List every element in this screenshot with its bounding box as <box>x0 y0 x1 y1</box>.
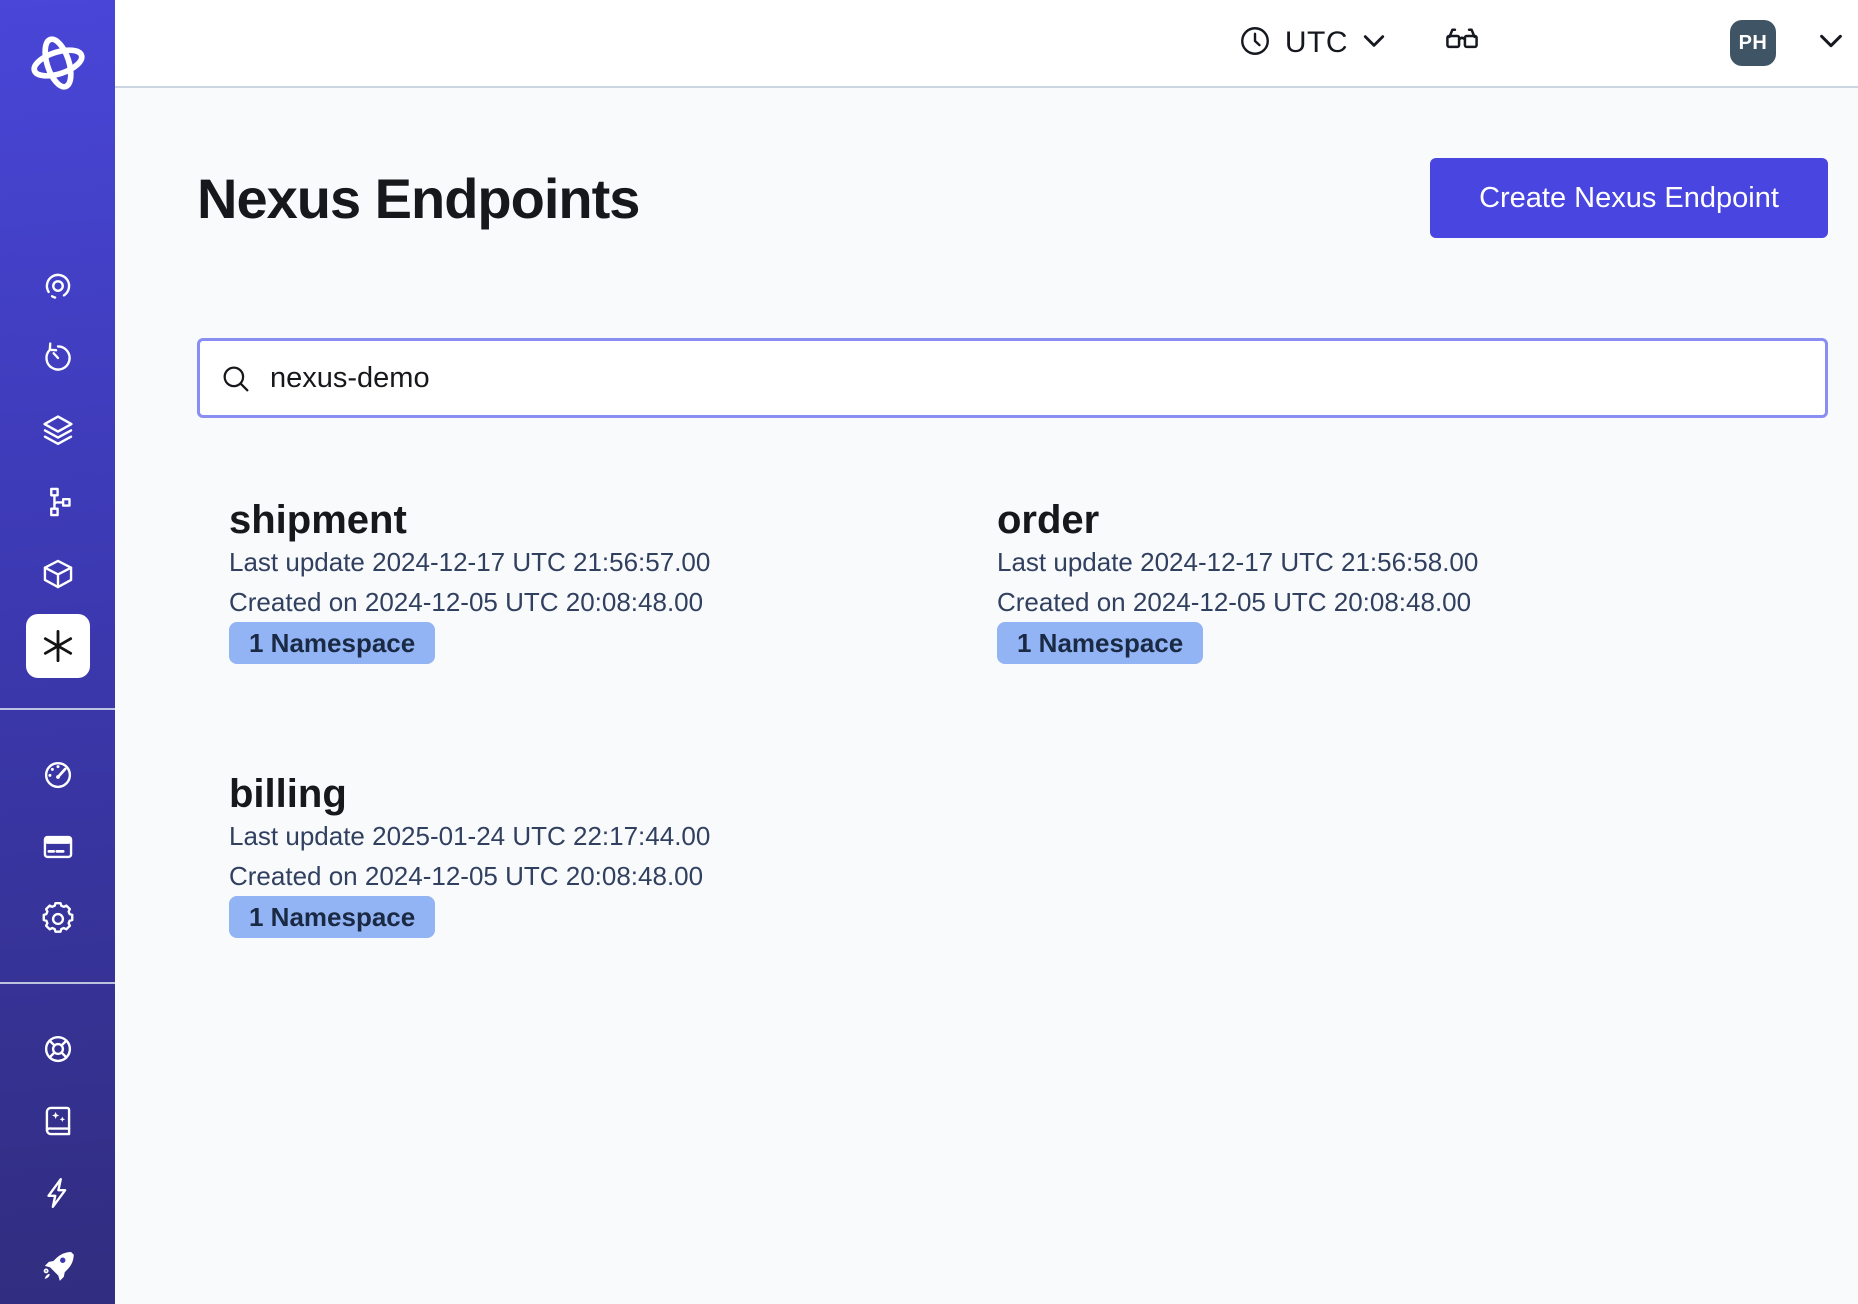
gear-icon <box>39 900 77 938</box>
chevron-down-icon <box>1360 27 1388 60</box>
sidebar-divider <box>0 708 115 710</box>
chevron-down-icon <box>1816 26 1846 61</box>
layers-icon <box>39 411 77 449</box>
sidebar <box>0 0 115 1304</box>
title-row: Nexus Endpoints Create Nexus Endpoint <box>197 158 1828 238</box>
endpoint-card-order[interactable]: order Last update 2024-12-17 UTC 21:56:5… <box>965 498 1828 664</box>
sidebar-item-getting-started[interactable] <box>0 1229 115 1301</box>
clock-icon <box>1237 23 1273 64</box>
endpoint-created-on: Created on 2024-12-05 UTC 20:08:48.00 <box>997 582 1828 622</box>
sidebar-item-docs[interactable] <box>0 1085 115 1157</box>
sidebar-item-1[interactable] <box>0 250 115 322</box>
topbar: UTC PH <box>115 0 1858 88</box>
page-title: Nexus Endpoints <box>197 166 639 231</box>
create-nexus-endpoint-button[interactable]: Create Nexus Endpoint <box>1430 158 1828 238</box>
endpoint-card-shipment[interactable]: shipment Last update 2024-12-17 UTC 21:5… <box>197 498 965 664</box>
endpoint-last-update: Last update 2024-12-17 UTC 21:56:57.00 <box>229 542 965 582</box>
search-icon <box>219 362 253 401</box>
endpoint-name: shipment <box>229 498 965 542</box>
gauge-icon <box>39 756 77 794</box>
branch-icon <box>39 483 77 521</box>
sidebar-item-support[interactable] <box>0 1013 115 1085</box>
endpoint-last-update: Last update 2025-01-24 UTC 22:17:44.00 <box>229 816 965 856</box>
sidebar-item-usage[interactable] <box>0 739 115 811</box>
book-icon <box>39 1102 77 1140</box>
lightning-icon <box>39 1174 77 1212</box>
endpoint-card-billing[interactable]: billing Last update 2025-01-24 UTC 22:17… <box>197 772 965 938</box>
asterisk-icon <box>38 626 78 666</box>
temporal-logo-icon <box>25 30 91 101</box>
namespace-badge: 1 Namespace <box>997 622 1203 664</box>
endpoint-name: billing <box>229 772 965 816</box>
sidebar-item-settings[interactable] <box>0 883 115 955</box>
swirl-icon <box>39 267 77 305</box>
timezone-label: UTC <box>1285 26 1348 60</box>
labs-toggle[interactable] <box>1442 21 1482 66</box>
namespace-badge: 1 Namespace <box>229 622 435 664</box>
search-input[interactable] <box>197 338 1828 418</box>
sidebar-item-4[interactable] <box>0 466 115 538</box>
sidebar-item-billing[interactable] <box>0 811 115 883</box>
namespace-badge: 1 Namespace <box>229 896 435 938</box>
sidebar-item-quickstart[interactable] <box>0 1157 115 1229</box>
endpoint-name: order <box>997 498 1828 542</box>
sidebar-item-nexus-active[interactable] <box>0 610 115 682</box>
sidebar-item-3[interactable] <box>0 394 115 466</box>
endpoint-last-update: Last update 2024-12-17 UTC 21:56:58.00 <box>997 542 1828 582</box>
cube-icon <box>39 555 77 593</box>
timezone-selector[interactable]: UTC <box>1237 23 1388 64</box>
rocket-icon <box>39 1246 77 1284</box>
timer-icon <box>39 339 77 377</box>
account-menu-toggle[interactable] <box>1816 26 1846 61</box>
sidebar-divider <box>0 982 115 984</box>
credit-card-icon <box>39 828 77 866</box>
endpoint-created-on: Created on 2024-12-05 UTC 20:08:48.00 <box>229 582 965 622</box>
endpoint-cards: shipment Last update 2024-12-17 UTC 21:5… <box>197 498 1828 938</box>
app-root: UTC PH <box>0 0 1858 1304</box>
sidebar-item-5[interactable] <box>0 538 115 610</box>
right-column: UTC PH <box>115 0 1858 1304</box>
sidebar-logo[interactable] <box>25 32 91 98</box>
sidebar-item-2[interactable] <box>0 322 115 394</box>
glasses-icon <box>1442 21 1482 66</box>
avatar[interactable]: PH <box>1730 20 1776 66</box>
search-bar <box>197 338 1828 418</box>
endpoint-created-on: Created on 2024-12-05 UTC 20:08:48.00 <box>229 856 965 896</box>
active-nav-pill <box>26 614 90 678</box>
main-content: Nexus Endpoints Create Nexus Endpoint sh… <box>115 88 1858 1304</box>
lifebuoy-icon <box>39 1030 77 1068</box>
